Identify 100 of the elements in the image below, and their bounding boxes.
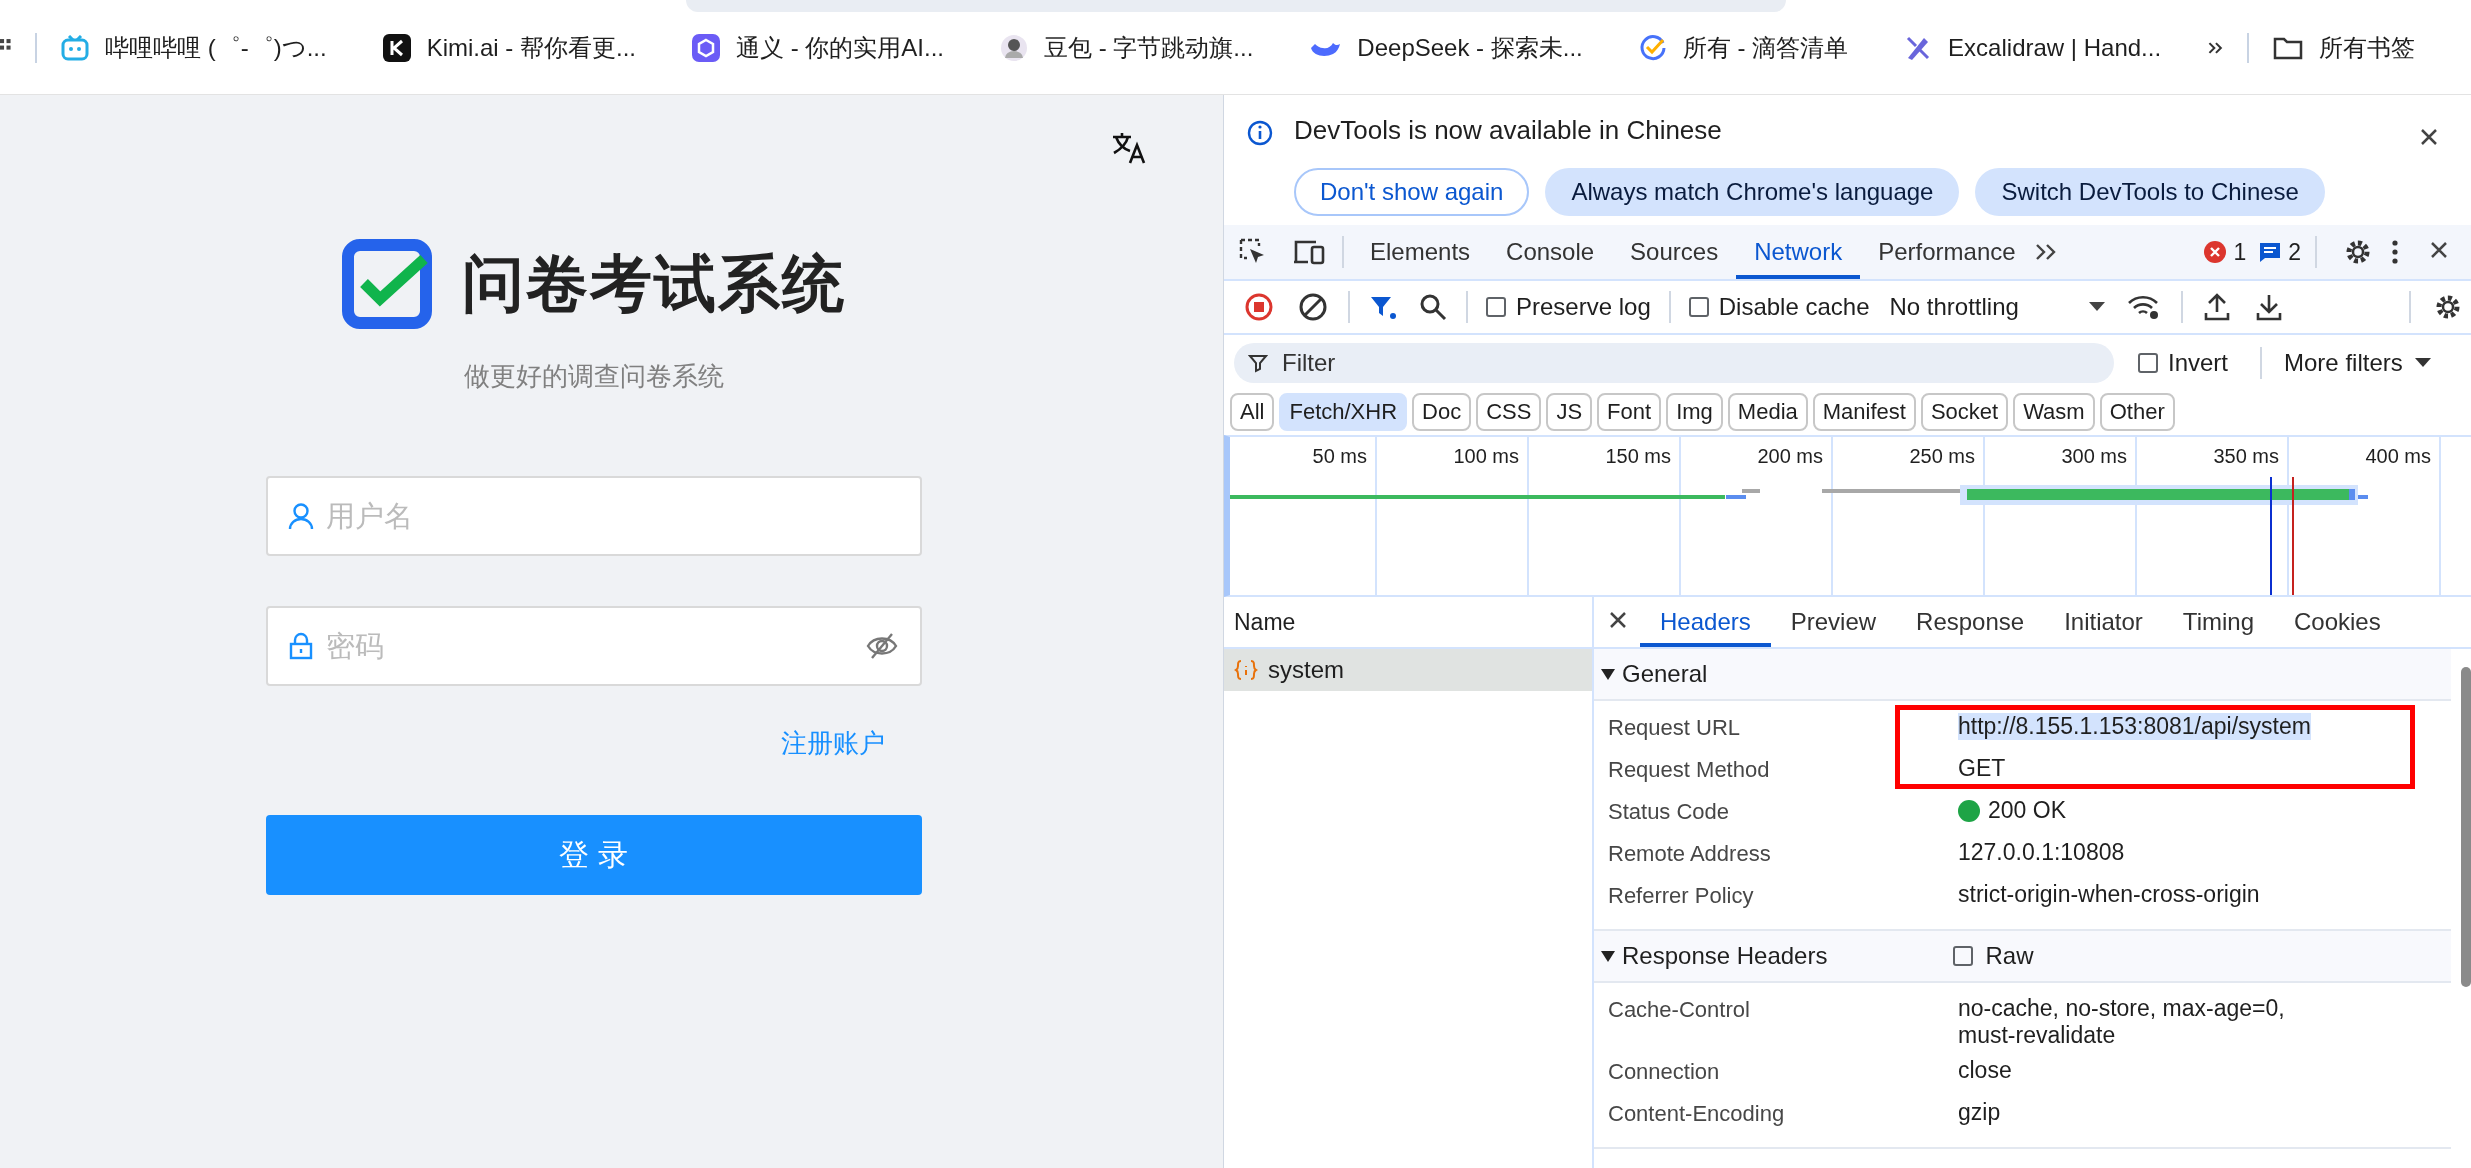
header-value: close bbox=[1958, 1057, 2012, 1084]
eye-off-icon[interactable] bbox=[865, 632, 898, 660]
request-row[interactable]: system bbox=[1224, 649, 1592, 691]
bookmark[interactable]: DeepSeek - 探索未... bbox=[1309, 32, 1583, 64]
type-filter-chip[interactable]: Media bbox=[1727, 393, 1808, 431]
bookmark[interactable]: 哔哩哔哩 (゜-゜)つ... bbox=[61, 32, 327, 64]
throttling-dropdown[interactable]: No throttling bbox=[1879, 293, 2115, 321]
info-icon bbox=[1246, 119, 1274, 147]
password-input[interactable]: 密码 bbox=[323, 628, 856, 664]
banner-button[interactable]: Switch DevTools to Chinese bbox=[1975, 168, 2325, 216]
scrollbar[interactable] bbox=[2461, 667, 2471, 987]
record-stop-icon[interactable] bbox=[1244, 292, 1274, 322]
section-header[interactable]: General bbox=[1594, 649, 2451, 701]
braces-icon bbox=[1234, 659, 1258, 681]
upload-icon[interactable] bbox=[2202, 292, 2231, 322]
download-icon[interactable] bbox=[2254, 292, 2283, 322]
checkbox[interactable] bbox=[2138, 353, 2158, 373]
close-icon[interactable] bbox=[1608, 610, 1628, 630]
type-filter-chip[interactable]: Img bbox=[1666, 393, 1723, 431]
type-filter-chip[interactable]: Font bbox=[1597, 393, 1662, 431]
devtools-tab[interactable]: Performance bbox=[1860, 225, 2034, 279]
header-value: no-cache, no-store, max-age=0, must-revalidate bbox=[1958, 995, 2286, 1049]
banner-button[interactable]: Don't show again bbox=[1294, 168, 1530, 216]
app-subtitle: 做更好的调查问卷系统 bbox=[463, 360, 724, 393]
user-icon bbox=[287, 502, 314, 530]
caret-icon bbox=[2414, 358, 2431, 368]
username-field[interactable]: 用户名 bbox=[265, 476, 922, 556]
filter-input[interactable]: Filter bbox=[1280, 348, 2100, 378]
detail-tab[interactable]: Cookies bbox=[2274, 597, 2401, 647]
checkbox-label: Preserve log bbox=[1516, 293, 1651, 321]
k-logo-icon bbox=[382, 34, 411, 62]
caret-icon bbox=[2088, 302, 2105, 312]
detail-tab[interactable]: Response bbox=[1896, 597, 2045, 647]
section-title: General bbox=[1622, 660, 1708, 688]
clear-icon[interactable] bbox=[1298, 292, 1328, 322]
checkbox-label: Invert bbox=[2168, 349, 2229, 377]
hexagon-logo-icon bbox=[692, 34, 720, 62]
devtools-tab[interactable]: Console bbox=[1488, 225, 1613, 279]
header-name: Request URL bbox=[1608, 714, 1742, 741]
checkbox-label: Raw bbox=[1985, 942, 2034, 970]
check-circle-icon bbox=[1638, 34, 1667, 62]
header-value: http://8.155.1.153:8081/api/system bbox=[1958, 713, 2311, 740]
header-name: Remote Address bbox=[1608, 840, 1772, 867]
close-icon[interactable] bbox=[2419, 127, 2439, 147]
message-icon bbox=[2258, 240, 2283, 264]
header-name: Cache-Control bbox=[1608, 996, 1751, 1023]
checkbox[interactable] bbox=[1486, 297, 1506, 317]
checkbox[interactable] bbox=[1688, 297, 1709, 317]
header-name: Connection bbox=[1608, 1058, 1721, 1085]
checkbox[interactable] bbox=[1953, 946, 1974, 966]
error-count[interactable]: 1 bbox=[2203, 238, 2247, 266]
header-name: Content-Encoding bbox=[1608, 1100, 1786, 1127]
detail-tab[interactable]: Initiator bbox=[2044, 597, 2163, 647]
filter-field[interactable]: Filter bbox=[1234, 343, 2114, 383]
banner-message: DevTools is now available in Chinese bbox=[1294, 115, 1723, 146]
error-icon bbox=[2203, 240, 2228, 264]
header-value: GET bbox=[1958, 755, 2006, 782]
bookmark[interactable]: 通义 - 你的实用AI... bbox=[692, 32, 944, 64]
translate-icon[interactable] bbox=[1111, 131, 1147, 165]
section-title: Response Headers bbox=[1622, 942, 1828, 970]
header-name: Status Code bbox=[1608, 798, 1731, 825]
header-value: gzip bbox=[1958, 1099, 2001, 1126]
checkbox-label: Disable cache bbox=[1718, 293, 1870, 321]
banner-button[interactable]: Always match Chrome's language bbox=[1545, 168, 1960, 216]
section-header[interactable]: Response Headers Raw bbox=[1594, 931, 2451, 983]
devtools-tab[interactable]: Elements bbox=[1352, 225, 1489, 279]
folder-icon bbox=[2273, 36, 2303, 60]
devtools-tab[interactable]: Sources bbox=[1612, 225, 1737, 279]
header-name: Request Method bbox=[1608, 756, 1771, 783]
bookmark[interactable]: Kimi.ai - 帮你看更... bbox=[382, 32, 636, 64]
detail-tab[interactable]: Preview bbox=[1770, 597, 1897, 647]
type-filter-chip[interactable]: Socket bbox=[1920, 393, 2009, 431]
type-filter-chip[interactable]: All bbox=[1230, 393, 1275, 431]
message-count[interactable]: 2 bbox=[2258, 238, 2301, 266]
detail-tab[interactable]: Timing bbox=[2162, 597, 2274, 647]
header-name: Referrer Policy bbox=[1608, 882, 1755, 909]
type-filter-chip[interactable]: Doc bbox=[1412, 393, 1472, 431]
type-filter-chip[interactable]: Wasm bbox=[2013, 393, 2095, 431]
type-filter-chip[interactable]: Manifest bbox=[1812, 393, 1916, 431]
all-bookmarks[interactable]: 所有书签 bbox=[2273, 32, 2415, 64]
funnel-icon bbox=[1248, 353, 1268, 373]
bookmark[interactable]: Excalidraw | Hand... bbox=[1904, 34, 2162, 62]
more-icon[interactable] bbox=[2391, 239, 2399, 265]
wifi-settings-icon[interactable] bbox=[2126, 293, 2161, 321]
type-filter-chip[interactable]: Fetch/XHR bbox=[1279, 393, 1408, 431]
header-value: 200 OK bbox=[1988, 797, 2066, 824]
tv-icon bbox=[61, 35, 89, 61]
password-field[interactable]: 密码 bbox=[265, 606, 922, 686]
header-value: 127.0.0.1:10808 bbox=[1958, 839, 2125, 866]
type-filter-chip[interactable]: Other bbox=[2099, 393, 2175, 431]
more-filters-dropdown[interactable]: More filters bbox=[2284, 349, 2431, 377]
search-icon[interactable] bbox=[1418, 292, 1448, 322]
username-input[interactable]: 用户名 bbox=[323, 498, 898, 534]
bookmark[interactable]: 豆包 - 字节跳动旗... bbox=[1000, 32, 1254, 64]
type-filter-chip[interactable]: JS bbox=[1546, 393, 1593, 431]
bookmark[interactable]: 所有 - 滴答清单 bbox=[1638, 32, 1849, 64]
type-filter-chip[interactable]: CSS bbox=[1476, 393, 1542, 431]
close-icon[interactable] bbox=[2429, 240, 2449, 260]
lock-icon bbox=[287, 632, 314, 660]
header-value: strict-origin-when-cross-origin bbox=[1958, 881, 2260, 908]
